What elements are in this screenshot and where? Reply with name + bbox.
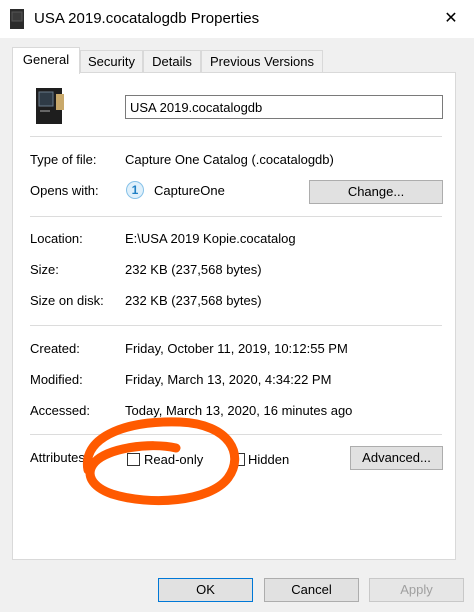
catalog-file-icon: [36, 88, 64, 124]
tab-details[interactable]: Details: [143, 50, 201, 72]
advanced-button[interactable]: Advanced...: [350, 446, 443, 470]
modified-value: Friday, March 13, 2020, 4:34:22 PM: [125, 372, 332, 387]
separator: [30, 434, 442, 435]
readonly-label[interactable]: Read-only: [144, 452, 203, 467]
general-panel: Type of file: Capture One Catalog (.coca…: [12, 72, 456, 560]
type-of-file-label: Type of file:: [30, 152, 97, 167]
file-name-input[interactable]: [125, 95, 443, 119]
separator: [30, 136, 442, 137]
modified-label: Modified:: [30, 372, 83, 387]
created-value: Friday, October 11, 2019, 10:12:55 PM: [125, 341, 348, 356]
location-label: Location:: [30, 231, 83, 246]
size-on-disk-value: 232 KB (237,568 bytes): [125, 293, 262, 308]
captureone-app-icon: 1: [126, 181, 144, 199]
type-of-file-value: Capture One Catalog (.cocatalogdb): [125, 152, 334, 167]
opens-with-label: Opens with:: [30, 183, 99, 198]
apply-button[interactable]: Apply: [369, 578, 464, 602]
attributes-label: Attributes:: [30, 450, 89, 465]
location-value: E:\USA 2019 Kopie.cocatalog: [125, 231, 296, 246]
tab-general[interactable]: General: [12, 47, 80, 74]
size-label: Size:: [30, 262, 59, 277]
properties-window: USA 2019.cocatalogdb Properties ✕ Genera…: [0, 0, 474, 612]
separator: [30, 325, 442, 326]
created-label: Created:: [30, 341, 80, 356]
title-bar: USA 2019.cocatalogdb Properties ✕: [0, 0, 474, 38]
size-value: 232 KB (237,568 bytes): [125, 262, 262, 277]
file-icon: [10, 9, 24, 29]
hidden-label[interactable]: Hidden: [248, 452, 289, 467]
tab-security[interactable]: Security: [80, 50, 143, 72]
close-icon: ✕: [444, 10, 458, 27]
window-title: USA 2019.cocatalogdb Properties: [34, 10, 260, 27]
readonly-checkbox[interactable]: [127, 453, 140, 466]
size-on-disk-label: Size on disk:: [30, 293, 104, 308]
accessed-value: Today, March 13, 2020, 16 minutes ago: [125, 403, 353, 418]
tab-previous-versions[interactable]: Previous Versions: [201, 50, 323, 72]
change-button[interactable]: Change...: [309, 180, 443, 204]
separator: [30, 216, 442, 217]
opens-with-value: CaptureOne: [154, 183, 225, 198]
ok-button[interactable]: OK: [158, 578, 253, 602]
accessed-label: Accessed:: [30, 403, 90, 418]
cancel-button[interactable]: Cancel: [264, 578, 359, 602]
hidden-checkbox[interactable]: [232, 453, 245, 466]
close-button[interactable]: ✕: [436, 5, 466, 33]
